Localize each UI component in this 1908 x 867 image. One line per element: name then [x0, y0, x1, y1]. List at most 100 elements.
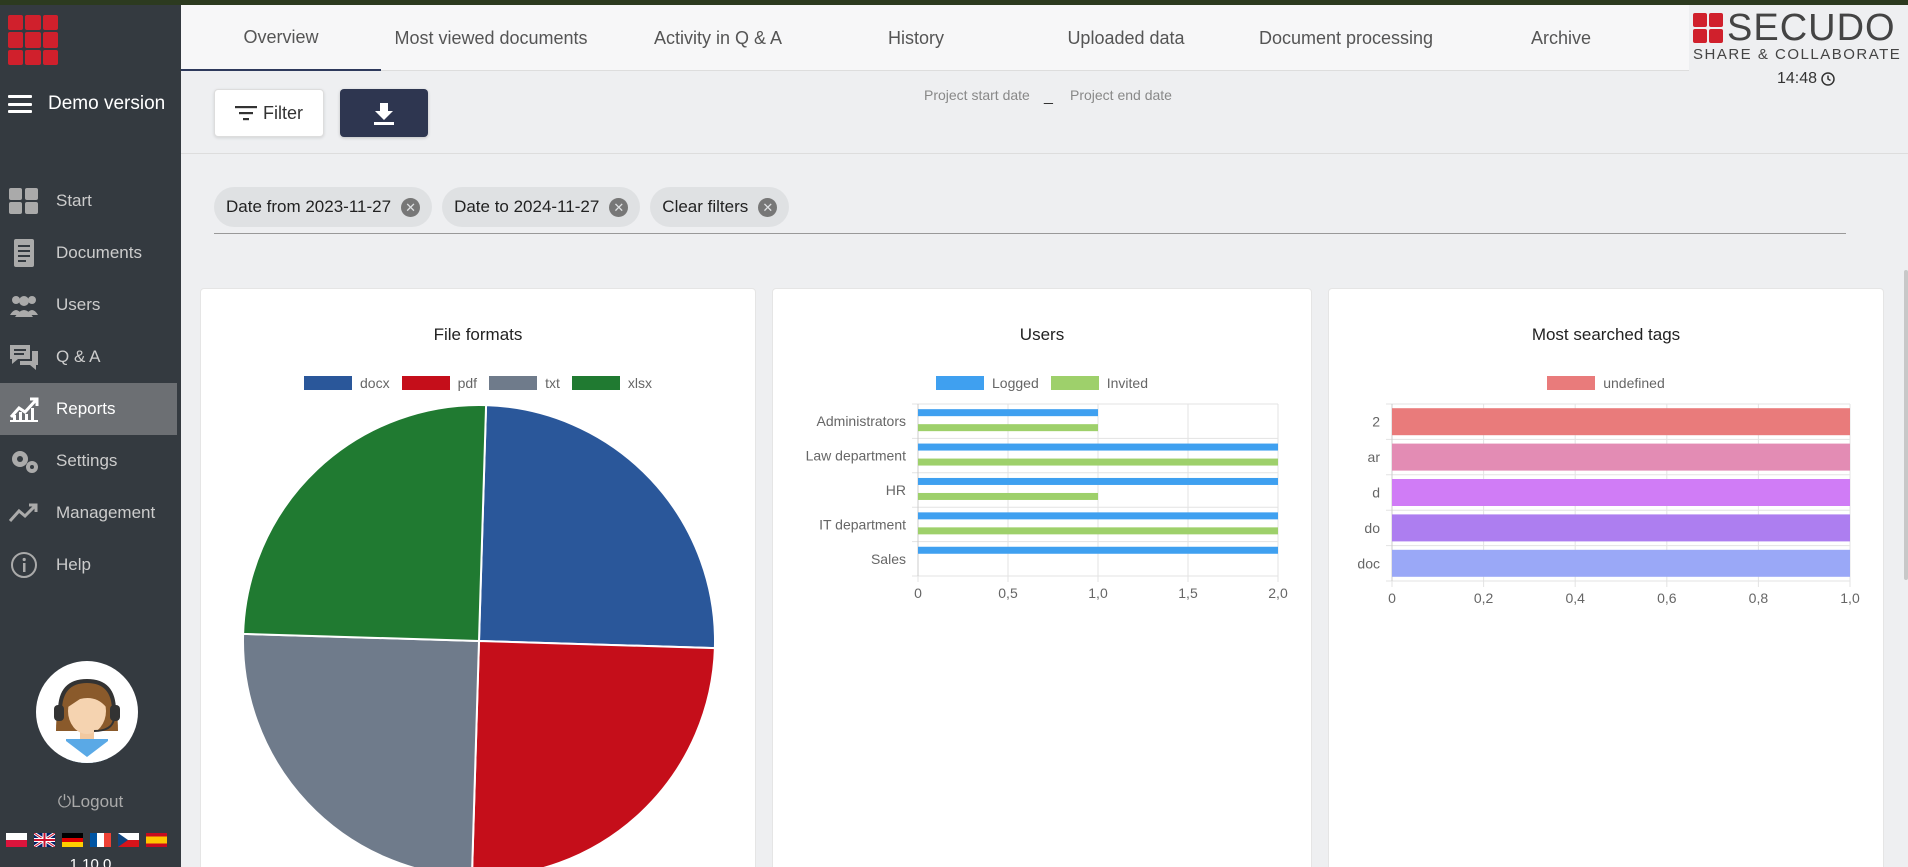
date-range-separator: _ [1044, 88, 1053, 105]
bar-Invited-HR [918, 492, 1098, 500]
sidebar-item-documents[interactable]: Documents [0, 227, 181, 279]
tab-activity-qa[interactable]: Activity in Q & A [628, 5, 808, 71]
bar-undefined-do [1392, 514, 1850, 542]
sidebar-item-label: Reports [56, 399, 116, 418]
report-tabs: Overview Most viewed documents Activity … [181, 5, 1689, 71]
page-scrollbar[interactable] [1904, 270, 1908, 580]
demo-version-label: Demo version [48, 93, 166, 114]
file-formats-card: File formats docx pdf txt xlsx [200, 288, 756, 867]
tab-history[interactable]: History [846, 5, 986, 71]
x-tick-label: 0,6 [1657, 590, 1677, 606]
menu-toggle[interactable]: Demo version [8, 93, 165, 115]
gear-icon [12, 451, 38, 473]
chat-icon [10, 345, 38, 370]
logout-link[interactable]: ⏻Logout [0, 792, 181, 812]
tags-bar-chart: 0 0,2 0,4 0,6 0,8 1,0 2 ar d do doc [1357, 403, 1860, 606]
clock: 14:48 [1777, 70, 1835, 88]
sidebar-item-management[interactable]: Management [0, 487, 181, 539]
x-tick-label: 0,4 [1565, 590, 1585, 606]
chip-label: Date from 2023-11-27 [226, 197, 392, 216]
brand-tagline: SHARE & COLLABORATE [1693, 46, 1902, 63]
remove-filter-icon[interactable]: ✕ [609, 197, 629, 217]
flag-es-icon[interactable] [146, 833, 167, 847]
sidebar-item-label: Start [56, 191, 92, 210]
power-icon: ⏻ [57, 792, 72, 811]
project-end-date[interactable]: Project end date [1070, 87, 1172, 103]
x-tick-label: 0 [914, 585, 922, 601]
grid-icon [9, 188, 38, 214]
x-tick-label: 0,2 [1474, 590, 1494, 606]
filters-underline [214, 233, 1846, 234]
flag-gb-icon[interactable] [34, 833, 55, 847]
tab-most-viewed-documents[interactable]: Most viewed documents [391, 5, 591, 71]
document-icon [14, 239, 34, 267]
x-tick-label: 1,5 [1178, 585, 1198, 601]
sidebar-item-users[interactable]: Users [0, 279, 181, 331]
y-tick-label: 2 [1372, 414, 1380, 430]
bar-undefined-d [1392, 479, 1850, 506]
logout-label: Logout [71, 792, 124, 811]
filter-button-label: Filter [263, 102, 303, 123]
pie-slice-xlsx [242, 404, 488, 643]
sidebar-item-help[interactable]: Help [0, 539, 181, 591]
bar-Invited-IT department [918, 527, 1278, 535]
filter-icon [235, 106, 257, 121]
y-tick-label: HR [886, 482, 906, 498]
filter-chip-date-to[interactable]: Date to 2024-11-27 ✕ [442, 187, 641, 227]
pie-slice-txt [242, 632, 481, 867]
flag-fr-icon[interactable] [90, 833, 111, 847]
bar-Invited-Law department [918, 458, 1278, 466]
filter-chip-date-from[interactable]: Date from 2023-11-27 ✕ [214, 187, 433, 227]
x-tick-label: 0,8 [1749, 590, 1769, 606]
project-start-date[interactable]: Project start date [924, 87, 1030, 103]
app-logo-icon[interactable] [8, 15, 58, 65]
bar-Invited-Administrators [918, 424, 1098, 432]
sidebar-item-label: Help [56, 555, 91, 574]
bar-undefined-2 [1392, 408, 1850, 436]
y-tick-label: do [1364, 520, 1380, 536]
most-searched-tags-card: Most searched tags undefined 0 0,2 0,4 0,6 0… [1328, 288, 1884, 867]
brand-name: SECUDO [1727, 7, 1896, 49]
sidebar-item-label: Documents [56, 243, 142, 262]
active-filters: Date from 2023-11-27 ✕ Date to 2024-11-2… [214, 187, 790, 227]
x-tick-label: 0 [1388, 590, 1396, 606]
pie-slice-pdf [471, 639, 716, 867]
remove-filter-icon[interactable]: ✕ [401, 197, 421, 217]
secudo-logo-icon [1693, 13, 1723, 43]
tab-overview[interactable]: Overview [181, 5, 381, 71]
users-card: Users Logged Invited 0 0,5 1,0 1,5 2,0 Admini… [772, 288, 1312, 867]
file-formats-pie-chart [242, 404, 716, 867]
hamburger-icon[interactable] [8, 95, 32, 113]
trend-icon [8, 503, 38, 523]
flag-cz-icon[interactable] [118, 833, 139, 847]
sidebar-item-qa[interactable]: Q & A [0, 331, 181, 383]
tab-document-processing[interactable]: Document processing [1241, 5, 1451, 71]
y-tick-label: Sales [871, 551, 906, 567]
brand-logo: SECUDO SHARE & COLLABORATE [1693, 7, 1905, 63]
users-icon [10, 296, 38, 317]
sidebar-item-settings[interactable]: Settings [0, 435, 181, 487]
y-tick-label: doc [1357, 555, 1380, 571]
bar-Logged-Law department [918, 443, 1278, 451]
chip-label: Date to 2024-11-27 [454, 197, 600, 216]
download-button[interactable] [340, 89, 428, 137]
y-tick-label: Law department [806, 448, 907, 464]
remove-filter-icon[interactable]: ✕ [758, 197, 778, 217]
sidebar-item-label: Q & A [56, 347, 101, 366]
tab-uploaded-data[interactable]: Uploaded data [1046, 5, 1206, 71]
filter-button[interactable]: Filter [214, 89, 324, 137]
sidebar-item-start[interactable]: Start [0, 175, 181, 227]
y-tick-label: ar [1368, 449, 1381, 465]
sidebar: Demo version Start Documents Users Q & A… [0, 5, 181, 867]
y-tick-label: IT department [819, 516, 906, 532]
pie-slice-docx [477, 404, 716, 650]
clear-filters-chip[interactable]: Clear filters ✕ [650, 187, 790, 227]
support-avatar[interactable] [36, 661, 138, 763]
chart-icon [9, 397, 39, 422]
sidebar-item-reports[interactable]: Reports [0, 383, 177, 435]
flag-pl-icon[interactable] [6, 833, 27, 847]
language-selector [6, 833, 167, 847]
tab-archive[interactable]: Archive [1501, 5, 1621, 71]
flag-de-icon[interactable] [62, 833, 83, 847]
sidebar-nav: Start Documents Users Q & A Reports Sett… [0, 175, 181, 591]
